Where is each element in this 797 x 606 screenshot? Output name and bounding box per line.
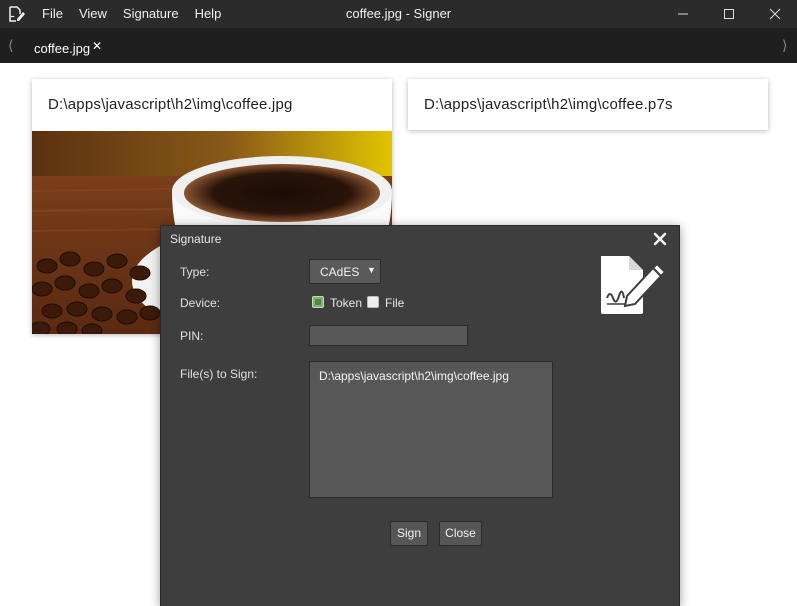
close-icon xyxy=(769,8,781,20)
type-label: Type: xyxy=(180,265,210,279)
files-to-sign-textarea[interactable]: D:\apps\javascript\h2\img\coffee.jpg xyxy=(309,361,553,498)
minimize-icon xyxy=(678,13,688,15)
maximize-button[interactable] xyxy=(706,0,752,28)
file-checkbox-label[interactable]: File xyxy=(385,296,404,310)
menu-signature[interactable]: Signature xyxy=(115,0,187,28)
menu-view[interactable]: View xyxy=(71,0,115,28)
dialog-title: Signature xyxy=(170,232,222,246)
tab-scroll-right-icon[interactable]: ⟩ xyxy=(782,37,787,54)
tab-strip: ⟨ coffee.jpg ✕ ⟩ xyxy=(0,28,797,63)
file-checkbox[interactable] xyxy=(367,296,379,308)
source-file-path: D:\apps\javascript\h2\img\coffee.jpg xyxy=(48,96,293,113)
output-file-card: D:\apps\javascript\h2\img\coffee.p7s xyxy=(408,79,768,130)
maximize-icon xyxy=(724,9,734,19)
pen-sign-icon xyxy=(9,6,25,22)
tab-scroll-left-icon[interactable]: ⟨ xyxy=(8,37,13,54)
menu-bar: File View Signature Help xyxy=(34,0,229,28)
output-file-path: D:\apps\javascript\h2\img\coffee.p7s xyxy=(424,96,673,113)
files-to-sign-value: D:\apps\javascript\h2\img\coffee.jpg xyxy=(319,369,509,383)
signature-dialog: Signature Type: CAdES ▼ Device: Token Fi… xyxy=(160,225,680,606)
type-select[interactable]: CAdES ▼ xyxy=(309,259,381,284)
pin-label: PIN: xyxy=(180,329,204,343)
type-select-value: CAdES xyxy=(320,265,360,279)
tab-coffee-jpg[interactable]: coffee.jpg ✕ xyxy=(24,32,116,63)
token-checkbox[interactable] xyxy=(312,296,324,308)
close-icon[interactable] xyxy=(652,231,668,247)
window-close-button[interactable] xyxy=(752,0,797,28)
tab-close-icon[interactable]: ✕ xyxy=(92,39,102,53)
tab-label: coffee.jpg xyxy=(34,41,91,56)
chevron-down-icon: ▼ xyxy=(367,265,376,275)
device-label: Device: xyxy=(180,296,221,310)
document-signature-icon xyxy=(601,256,667,314)
minimize-button[interactable] xyxy=(660,0,706,28)
token-checkbox-label[interactable]: Token xyxy=(330,296,362,310)
menu-help[interactable]: Help xyxy=(187,0,230,28)
menu-file[interactable]: File xyxy=(34,0,71,28)
pin-input[interactable] xyxy=(309,325,468,346)
close-button[interactable]: Close xyxy=(439,521,482,546)
files-label: File(s) to Sign: xyxy=(180,367,258,381)
sign-button[interactable]: Sign xyxy=(390,521,428,546)
title-bar: File View Signature Help coffee.jpg - Si… xyxy=(0,0,797,28)
